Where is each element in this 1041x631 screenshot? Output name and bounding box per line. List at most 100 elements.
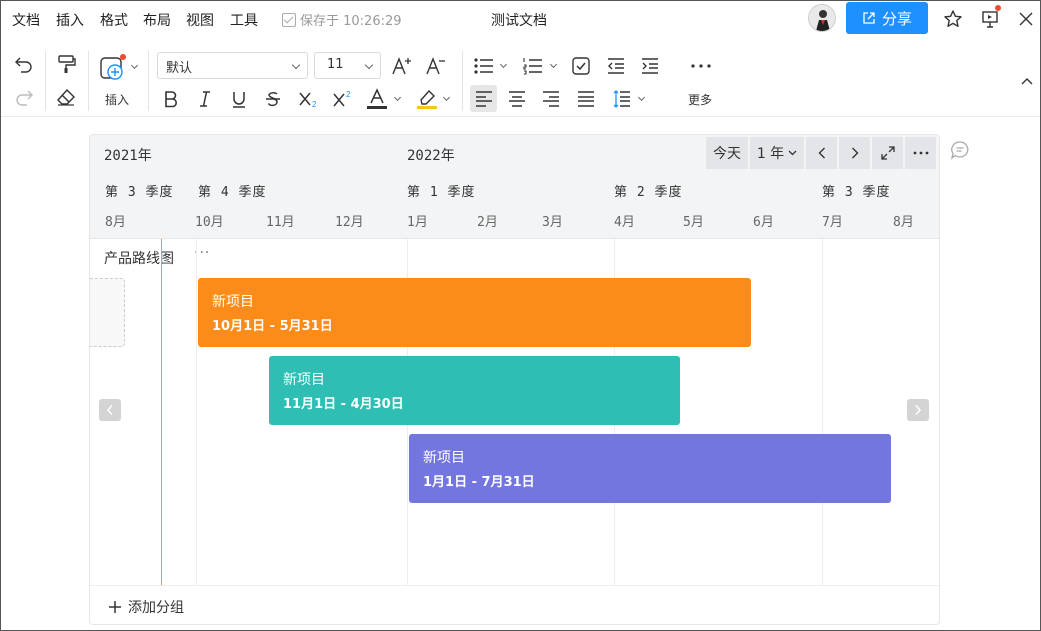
subscript-icon[interactable]: 2 — [297, 87, 321, 111]
close-icon[interactable] — [1015, 8, 1037, 30]
next-button[interactable] — [839, 137, 870, 169]
add-group-button[interactable]: 添加分组 — [108, 597, 184, 617]
chevron-down-icon[interactable] — [130, 61, 139, 70]
chevron-down-icon[interactable] — [499, 60, 508, 69]
comment-icon[interactable] — [950, 140, 970, 160]
today-button[interactable]: 今天 — [706, 137, 748, 169]
svg-text:2: 2 — [346, 90, 351, 99]
chevron-down-icon — [788, 150, 797, 156]
menu-layout[interactable]: 布局 — [143, 10, 171, 30]
justify-icon[interactable] — [574, 87, 598, 111]
document-title[interactable]: 测试文档 — [491, 10, 547, 30]
more-icon — [913, 151, 928, 155]
share-button[interactable]: 分享 — [846, 2, 928, 34]
project-bar-dates: 1月1日 - 7月31日 — [423, 475, 535, 490]
month-label: 7月 — [822, 215, 843, 230]
decrease-font-icon[interactable] — [424, 54, 448, 78]
outdent-icon[interactable] — [604, 54, 628, 78]
quarter-label: 第 1 季度 — [407, 185, 476, 200]
project-bar-title: 新项目 — [283, 372, 325, 388]
placeholder-card — [90, 278, 125, 347]
eraser-icon[interactable] — [54, 85, 78, 109]
increase-font-icon[interactable] — [390, 54, 414, 78]
undo-icon[interactable] — [12, 52, 36, 76]
menu-bar: 文档 插入 格式 布局 视图 工具 保存于 10:26:29 测试文档 分享 — [1, 1, 1040, 37]
month-label: 1月 — [407, 215, 428, 230]
project-bar-title: 新项目 — [212, 294, 254, 310]
font-family-select[interactable]: 默认 — [157, 52, 308, 79]
project-bar-title: 新项目 — [423, 450, 465, 466]
project-bar[interactable]: 新项目 10月1日 - 5月31日 — [198, 278, 751, 347]
add-group-label: 添加分组 — [128, 600, 184, 616]
presentation-icon[interactable] — [979, 5, 1001, 30]
month-label: 8月 — [893, 215, 914, 230]
project-bar-dates: 11月1日 - 4月30日 — [283, 397, 404, 412]
highlight-icon[interactable] — [415, 87, 439, 111]
strikethrough-icon[interactable] — [261, 87, 285, 111]
redo-icon[interactable] — [12, 85, 36, 109]
line-spacing-icon[interactable] — [610, 87, 634, 111]
project-bar[interactable]: 新项目 11月1日 - 4月30日 — [269, 356, 680, 425]
month-label: 4月 — [614, 215, 635, 230]
indent-icon[interactable] — [638, 54, 662, 78]
font-size-select[interactable]: 11 — [314, 52, 381, 79]
checklist-icon[interactable] — [569, 54, 593, 78]
chevron-down-icon[interactable] — [637, 93, 646, 102]
share-icon — [863, 12, 875, 24]
chevron-left-icon — [106, 405, 113, 415]
menu-insert[interactable]: 插入 — [56, 10, 84, 30]
collapse-toolbar-icon[interactable] — [1015, 69, 1039, 93]
notification-dot — [120, 54, 126, 60]
menu-tools[interactable]: 工具 — [230, 10, 258, 30]
align-left-icon[interactable] — [470, 85, 497, 112]
chevron-down-icon[interactable] — [549, 60, 558, 69]
bullet-list-icon[interactable] — [472, 54, 496, 78]
month-gridline — [196, 239, 197, 586]
scroll-right-button[interactable] — [907, 399, 929, 421]
group-title[interactable]: 产品路线图 — [104, 248, 174, 268]
chevron-right-icon — [915, 405, 922, 415]
format-painter-icon[interactable] — [54, 52, 78, 76]
chevron-down-icon[interactable] — [393, 93, 402, 102]
star-icon[interactable] — [942, 8, 964, 30]
chevron-down-icon[interactable] — [442, 93, 451, 102]
quarter-label: 第 2 季度 — [614, 185, 683, 200]
font-color-icon[interactable] — [365, 87, 389, 111]
italic-icon[interactable] — [193, 87, 217, 111]
scroll-left-button[interactable] — [99, 399, 121, 421]
font-family-value: 默认 — [166, 61, 193, 76]
bold-icon[interactable] — [159, 87, 183, 111]
chevron-down-icon — [291, 60, 301, 70]
fullscreen-button[interactable] — [872, 137, 903, 169]
roadmap-timeline[interactable]: 2021年 2022年 第 3 季度 第 4 季度 第 1 季度 第 2 季度 … — [89, 134, 940, 625]
timeline-controls: 今天 1 年 — [706, 137, 936, 170]
app-window: 文档 插入 格式 布局 视图 工具 保存于 10:26:29 测试文档 分享 插… — [0, 0, 1041, 631]
avatar[interactable] — [808, 4, 836, 32]
month-label: 8月 — [105, 215, 126, 230]
quarter-label: 第 3 季度 — [822, 185, 891, 200]
align-right-icon[interactable] — [539, 87, 563, 111]
menu-format[interactable]: 格式 — [100, 10, 128, 30]
underline-icon[interactable] — [227, 87, 251, 111]
more-label[interactable]: 更多 — [688, 91, 712, 108]
menu-file[interactable]: 文档 — [12, 10, 40, 30]
superscript-icon[interactable]: 2 — [331, 87, 355, 111]
align-center-icon[interactable] — [505, 87, 529, 111]
timeline-more-button[interactable] — [905, 137, 936, 169]
insert-icon[interactable] — [98, 54, 126, 82]
insert-label[interactable]: 插入 — [105, 91, 129, 108]
more-icon[interactable] — [689, 54, 713, 78]
save-check-icon — [282, 12, 296, 27]
month-label: 3月 — [542, 215, 563, 230]
month-label: 2月 — [477, 215, 498, 230]
numbered-list-icon[interactable] — [521, 54, 545, 78]
zoom-select[interactable]: 1 年 — [750, 137, 804, 169]
font-size-value: 11 — [327, 57, 344, 72]
quarter-label: 第 3 季度 — [105, 185, 174, 200]
prev-button[interactable] — [806, 137, 837, 169]
menu-view[interactable]: 视图 — [186, 10, 214, 30]
year-label: 2021年 — [104, 148, 152, 164]
project-bar[interactable]: 新项目 1月1日 - 7月31日 — [409, 434, 891, 503]
chevron-down-icon — [364, 60, 374, 70]
footer-divider — [90, 585, 939, 586]
